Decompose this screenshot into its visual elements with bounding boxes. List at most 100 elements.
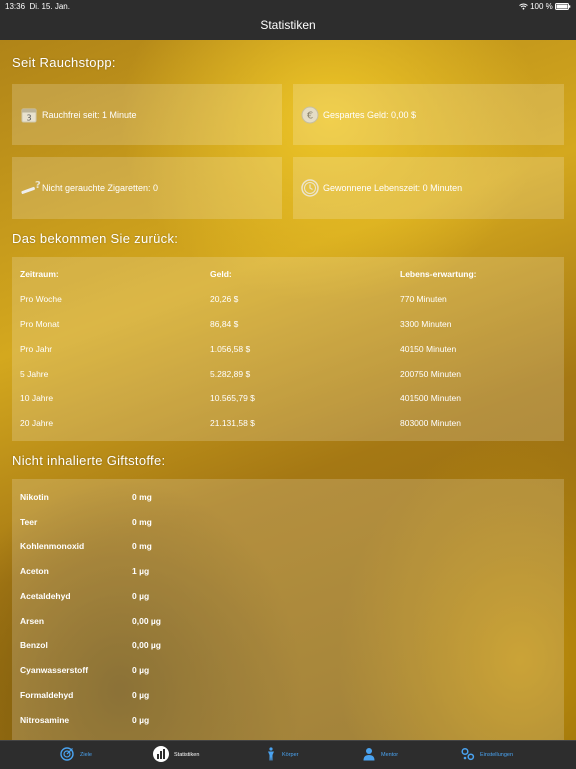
cigarette-question-icon: ? — [20, 179, 41, 197]
toxin-row: Nikotin 0 mg — [12, 492, 564, 506]
settings-icon — [461, 747, 475, 761]
cell-money: 21.131,58 $ — [210, 418, 255, 428]
cell-money: 5.282,89 $ — [210, 369, 251, 379]
toxins-table: Nikotin 0 mg Teer 0 mg Kohlenmonoxid 0 m… — [12, 479, 564, 740]
battery-level: 100 % — [530, 2, 553, 11]
header-money: Geld: — [210, 269, 232, 279]
tab-koerper[interactable]: Körper — [264, 741, 314, 769]
tab-statistiken[interactable]: Statistiken — [153, 741, 214, 769]
table-row: 10 Jahre 10.565,79 $ 401500 Minuten — [12, 393, 564, 407]
card-label: Gewonnene Lebenszeit: 0 Minuten — [323, 183, 463, 193]
status-time: 13:36 Di. 15. Jan. — [5, 2, 70, 11]
toxin-amount: 0,00 µg — [132, 640, 161, 650]
table-row: Pro Woche 20,26 $ 770 Minuten — [12, 294, 564, 308]
card-label: Rauchfrei seit: 1 Minute — [42, 109, 137, 120]
cell-life: 401500 Minuten — [400, 393, 461, 403]
section-title-returns: Das bekommen Sie zurück: — [12, 231, 179, 246]
toxin-row: Kohlenmonoxid 0 mg — [12, 541, 564, 555]
target-icon — [60, 747, 74, 761]
nav-bar: Statistiken — [0, 12, 576, 40]
svg-text:?: ? — [35, 180, 41, 191]
toxin-amount: 0 µg — [132, 665, 150, 675]
section-title-toxins: Nicht inhalierte Giftstoffe: — [12, 453, 166, 468]
tab-label: Statistiken — [174, 752, 200, 758]
toxin-name: Acetaldehyd — [20, 591, 71, 601]
tab-label: Ziele — [80, 752, 92, 758]
toxin-amount: 0 µg — [132, 690, 150, 700]
cell-life: 803000 Minuten — [400, 418, 461, 428]
battery-icon — [555, 2, 571, 11]
wifi-icon — [519, 2, 530, 11]
card-smoke-free: 3 Rauchfrei seit: 1 Minute — [12, 84, 282, 145]
toxin-amount: 0 mg — [132, 517, 152, 527]
status-bar: 13:36 Di. 15. Jan. 100 % — [0, 0, 576, 12]
bar-chart-icon — [153, 746, 169, 762]
tab-label: Einstellungen — [480, 752, 514, 758]
cell-period: 5 Jahre — [20, 369, 49, 379]
tab-label: Körper — [282, 752, 299, 758]
status-date: Di. 15. Jan. — [29, 2, 70, 11]
toxin-amount: 1 µg — [132, 566, 150, 576]
toxin-row: Teer 0 mg — [12, 517, 564, 531]
cell-period: 10 Jahre — [20, 393, 54, 403]
cell-money: 20,26 $ — [210, 294, 239, 304]
tab-ziele[interactable]: Ziele — [60, 741, 110, 769]
cell-period: 20 Jahre — [20, 418, 54, 428]
card-label: Nicht gerauchte Zigaretten: 0 — [42, 183, 159, 193]
toxin-row: Nitrosamine 0 µg — [12, 715, 564, 729]
cell-period: Pro Monat — [20, 319, 60, 329]
toxin-row: Aceton 1 µg — [12, 566, 564, 580]
toxin-name: Benzol — [20, 640, 48, 650]
card-label: Gespartes Geld: 0,00 $ — [323, 109, 417, 120]
toxin-amount: 0 µg — [132, 715, 150, 725]
cell-life: 40150 Minuten — [400, 344, 457, 354]
toxin-amount: 0 µg — [132, 591, 150, 601]
toxin-name: Nitrosamine — [20, 715, 70, 725]
header-life: Lebens-erwartung: — [400, 269, 477, 279]
header-period: Zeitraum: — [20, 269, 59, 279]
cell-life: 200750 Minuten — [400, 369, 461, 379]
cell-life: 3300 Minuten — [400, 319, 452, 329]
cell-life: 770 Minuten — [400, 294, 447, 304]
tab-bar: Ziele Statistiken Körper Mentor Einstell… — [0, 740, 576, 769]
toxin-name: Teer — [20, 517, 38, 527]
toxin-name: Formaldehyd — [20, 690, 74, 700]
returns-header-row: Zeitraum: Geld: Lebens-erwartung: — [12, 269, 564, 283]
section-title-since-quit: Seit Rauchstopp: — [12, 55, 116, 70]
toxin-row: Cyanwasserstoff 0 µg — [12, 665, 564, 679]
returns-table: Zeitraum: Geld: Lebens-erwartung: Pro Wo… — [12, 257, 564, 441]
person-icon — [362, 747, 376, 761]
toxin-row: Benzol 0,00 µg — [12, 640, 564, 654]
toxin-amount: 0,00 µg — [132, 616, 161, 626]
euro-coin-icon: € — [301, 106, 319, 124]
card-life-time: Gewonnene Lebenszeit: 0 Minuten — [293, 157, 564, 219]
card-saved-money: € Gespartes Geld: 0,00 $ — [293, 84, 564, 145]
table-row: Pro Jahr 1.056,58 $ 40150 Minuten — [12, 344, 564, 358]
status-right: 100 % — [519, 2, 571, 11]
cell-money: 10.565,79 $ — [210, 393, 255, 403]
cell-period: Pro Jahr — [20, 344, 53, 354]
toxin-amount: 0 mg — [132, 541, 152, 551]
svg-text:€: € — [307, 110, 313, 121]
toxin-row: Acetaldehyd 0 µg — [12, 591, 564, 605]
content[interactable]: Seit Rauchstopp: 3 Rauchfrei seit: 1 Min… — [0, 40, 576, 740]
calendar-icon: 3 — [20, 106, 38, 124]
page-title: Statistiken — [260, 18, 316, 32]
toxin-name: Cyanwasserstoff — [20, 665, 89, 675]
tab-mentor[interactable]: Mentor — [362, 741, 412, 769]
tab-label: Mentor — [381, 752, 399, 758]
cell-money: 1.056,58 $ — [210, 344, 251, 354]
table-row: Pro Monat 86,84 $ 3300 Minuten — [12, 319, 564, 333]
card-cigarettes: ? Nicht gerauchte Zigaretten: 0 — [12, 157, 282, 219]
tab-einstellungen[interactable]: Einstellungen — [461, 741, 531, 769]
cell-money: 86,84 $ — [210, 319, 239, 329]
toxin-row: Arsen 0,00 µg — [12, 616, 564, 630]
table-row: 20 Jahre 21.131,58 $ 803000 Minuten — [12, 418, 564, 432]
cell-period: Pro Woche — [20, 294, 62, 304]
toxin-amount: 0 mg — [132, 492, 152, 502]
body-icon — [264, 747, 278, 761]
clock-icon — [301, 179, 319, 197]
toxin-name: Arsen — [20, 616, 45, 626]
toxin-name: Aceton — [20, 566, 49, 576]
svg-text:3: 3 — [26, 113, 31, 122]
